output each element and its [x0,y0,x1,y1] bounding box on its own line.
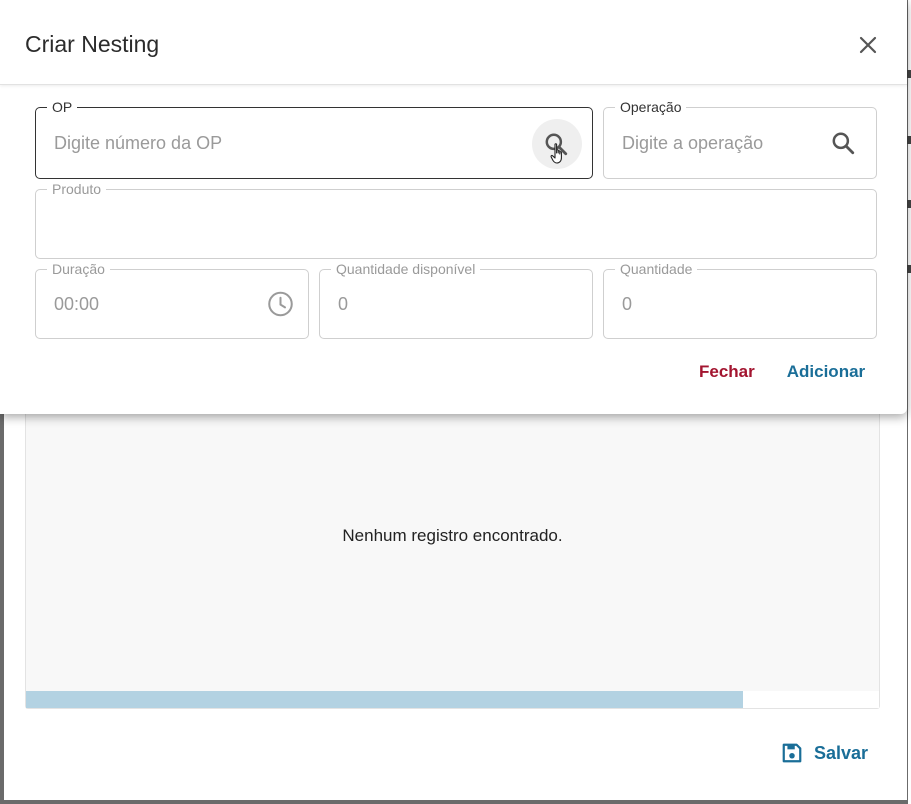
save-label: Salvar [814,742,869,763]
progress-bar [26,691,879,708]
duracao-field: Duração [35,261,309,339]
duracao-input[interactable] [52,270,248,338]
op-field: OP [35,99,593,179]
quantidade-disponivel-field: Quantidade disponível [319,261,593,339]
produto-field: Produto [35,181,877,259]
floppy-disk-icon [782,743,802,763]
save-button[interactable]: Salvar [781,739,868,767]
clock-icon[interactable] [267,291,294,318]
operacao-input[interactable] [620,108,816,178]
dialog-header: Criar Nesting [0,0,907,85]
hand-cursor-icon [550,143,562,164]
records-table: Nenhum registro encontrado. [25,394,880,709]
fechar-button[interactable]: Fechar [699,362,755,382]
dialog-title: Criar Nesting [25,31,160,57]
create-nesting-dialog: Criar Nesting OP Operação [0,0,907,414]
produto-input [52,190,816,258]
empty-message: Nenhum registro encontrado. [342,526,563,545]
progress-bar-fill [26,691,743,708]
op-input[interactable] [52,108,532,178]
search-icon [832,132,855,155]
quantidade-disponivel-input [336,270,532,338]
quantidade-input[interactable] [620,270,816,338]
quantidade-field: Quantidade [603,261,877,339]
op-search-button[interactable] [532,119,582,169]
dialog-actions: Fechar Adicionar [699,362,865,382]
operacao-field: Operação [603,99,877,179]
close-icon [859,36,877,54]
operacao-search-button[interactable] [830,130,856,156]
adicionar-button[interactable]: Adicionar [787,362,865,382]
close-button[interactable] [856,33,880,57]
